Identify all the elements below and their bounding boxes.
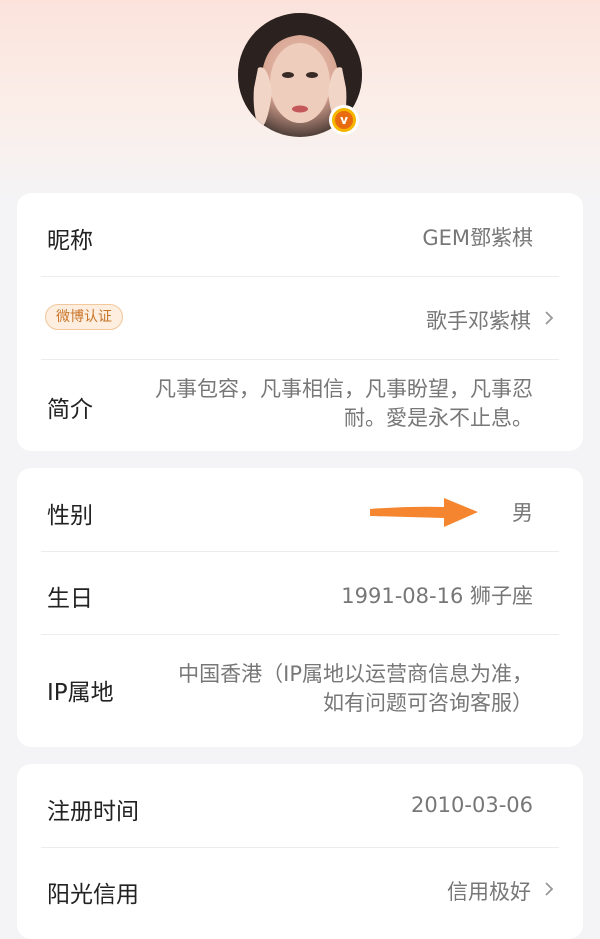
register-time-value: 2010-03-06 [410, 793, 533, 817]
gender-row[interactable]: 性别 男 [17, 468, 583, 551]
gender-value: 男 [512, 501, 533, 525]
ip-location-value: 中国香港（IP属地以运营商信息为准，如有问题可咨询客服） [178, 662, 533, 715]
avatar[interactable]: v [238, 13, 362, 137]
gender-label: 性别 [47, 503, 93, 529]
ip-location-label: IP属地 [47, 680, 114, 706]
verified-icon: v [329, 105, 359, 135]
personal-info-card: 性别 男 生日 1991-08-16 狮子座 IP属地 中国香港（IP属地以运营… [17, 468, 583, 747]
basic-info-card: 昵称 GEM鄧紫棋 微博认证 歌手邓紫棋 简介 凡事包容，凡事相信，凡事盼望，凡… [17, 193, 583, 451]
birthday-label: 生日 [47, 586, 93, 612]
nickname-label: 昵称 [47, 228, 93, 254]
register-time-label: 注册时间 [47, 799, 139, 825]
orange-arrow-icon [370, 498, 478, 527]
birthday-value: 1991-08-16 狮子座 [341, 584, 533, 608]
chevron-right-icon [545, 882, 554, 896]
account-info-card: 注册时间 2010-03-06 阳光信用 信用极好 [17, 764, 583, 939]
weibo-verify-badge: 微博认证 [45, 304, 123, 330]
bio-value: 凡事包容，凡事相信，凡事盼望，凡事忍耐。愛是永不止息。 [155, 377, 533, 430]
register-time-row[interactable]: 注册时间 2010-03-06 [17, 764, 583, 847]
verified-v-glyph: v [335, 111, 353, 129]
sunshine-credit-label: 阳光信用 [47, 882, 139, 908]
chevron-right-icon [545, 311, 554, 325]
ip-location-row[interactable]: IP属地 中国香港（IP属地以运营商信息为准，如有问题可咨询客服） [17, 635, 583, 747]
sunshine-credit-value: 信用极好 [447, 880, 531, 904]
nickname-value: GEM鄧紫棋 [422, 226, 533, 250]
bio-label: 简介 [47, 397, 93, 423]
verify-value: 歌手邓紫棋 [426, 309, 531, 333]
weibo-verify-row[interactable]: 微博认证 歌手邓紫棋 [17, 277, 583, 359]
nickname-row[interactable]: 昵称 GEM鄧紫棋 [17, 193, 583, 276]
bio-row[interactable]: 简介 凡事包容，凡事相信，凡事盼望，凡事忍耐。愛是永不止息。 [17, 360, 583, 451]
birthday-row[interactable]: 生日 1991-08-16 狮子座 [17, 552, 583, 634]
sunshine-credit-row[interactable]: 阳光信用 信用极好 [17, 848, 583, 930]
